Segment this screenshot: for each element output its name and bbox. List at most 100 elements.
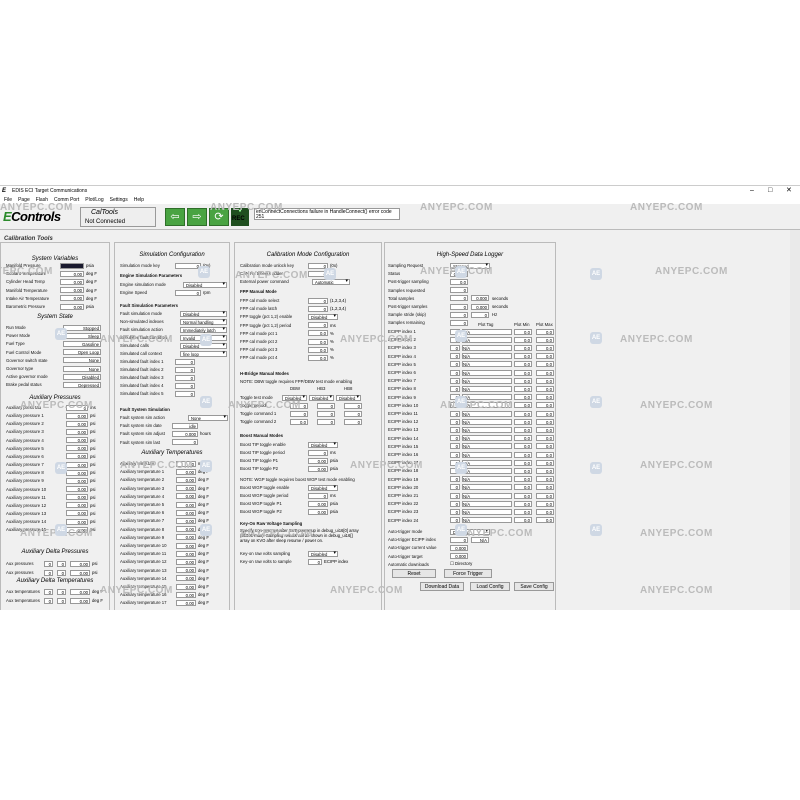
field-dropdown[interactable]: Immediately latch — [180, 326, 227, 333]
plot-tag[interactable]: N/A — [462, 353, 512, 360]
ecipp-index-value[interactable]: 0 — [450, 435, 460, 442]
field-value[interactable]: 0 — [308, 558, 322, 565]
plot-min[interactable]: 0.0 — [514, 435, 532, 442]
plot-max[interactable]: 0.0 — [536, 353, 554, 360]
field-value[interactable]: 0.00 — [176, 583, 196, 590]
field-value[interactable]: 0 — [172, 439, 198, 446]
delta-index-a[interactable]: 0 — [44, 597, 53, 604]
plot-min[interactable]: 0.0 — [514, 451, 532, 458]
logger-button-force-trigger[interactable]: Force Trigger — [444, 569, 492, 578]
ecipp-index-value[interactable]: 0 — [450, 410, 460, 417]
plot-max[interactable]: 0.0 — [536, 435, 554, 442]
field-value[interactable]: 0.00 — [176, 591, 196, 598]
delta-index-b[interactable]: 0 — [57, 560, 66, 567]
ecipp-index-value[interactable]: 0 — [450, 361, 460, 368]
plot-tag[interactable]: N/A — [462, 451, 512, 458]
field-value[interactable]: None — [63, 365, 101, 372]
field-value[interactable]: 0.00 — [66, 412, 88, 419]
plot-max[interactable]: 0.0 — [536, 418, 554, 425]
field-value[interactable]: 0.00 — [66, 510, 88, 517]
field-value[interactable]: 0.00 — [66, 486, 88, 492]
field-value[interactable]: 0.00 — [66, 453, 88, 460]
field-dropdown[interactable]: Disabled — [308, 313, 338, 320]
plot-max[interactable]: 0.0 — [536, 410, 554, 417]
logger-button-save-config[interactable]: Save Config — [514, 582, 554, 591]
field-value[interactable]: 0.00 — [176, 550, 196, 557]
forward-arrow-button[interactable]: ⇨ — [187, 208, 207, 226]
plot-min[interactable]: 0.0 — [514, 492, 532, 499]
plot-min[interactable]: 0.0 — [514, 361, 532, 368]
hbridge-value[interactable]: 0.0 — [290, 418, 308, 425]
close-button[interactable]: ✕ — [786, 186, 792, 196]
delta-index-b[interactable]: 0 — [57, 569, 66, 576]
field-dropdown[interactable]: Normal handling — [180, 318, 227, 325]
plot-min[interactable]: 0.0 — [514, 426, 532, 433]
field-value[interactable]: 0.00 — [176, 517, 196, 524]
plot-min[interactable]: 0.0 — [514, 353, 532, 360]
field-value[interactable]: 0.00 — [66, 494, 88, 501]
field-value[interactable] — [60, 262, 84, 269]
plot-max[interactable]: 0.0 — [536, 492, 554, 499]
field-value[interactable]: 0 — [175, 390, 195, 397]
field-value-2[interactable]: 0 — [471, 311, 489, 318]
ecipp-index-value[interactable]: 0 — [450, 500, 460, 507]
ecipp-index-value[interactable]: 0 — [450, 385, 460, 392]
field-value-2[interactable]: 0.000 — [471, 295, 489, 302]
field-dropdown[interactable]: Disabled — [308, 550, 338, 557]
field-value[interactable]: 0.00 — [66, 445, 88, 452]
field-value[interactable]: Depressed — [63, 381, 101, 388]
hbridge-value[interactable]: 0 — [317, 402, 335, 409]
field-value[interactable]: 0.00 — [66, 502, 88, 509]
hbridge-value[interactable]: 0 — [344, 418, 362, 425]
delta-index-a[interactable]: 0 — [44, 569, 53, 576]
hbridge-value[interactable]: 0 — [317, 410, 335, 417]
field-value[interactable]: 0.00 — [70, 597, 90, 604]
field-value[interactable]: 0.00 — [308, 457, 328, 464]
logger-button-reset[interactable]: Reset — [392, 569, 436, 578]
plot-tag[interactable]: N/A — [462, 344, 512, 351]
field-value[interactable]: 0 — [175, 382, 195, 389]
field-value[interactable]: 0.00 — [176, 558, 196, 565]
field-value[interactable]: 0 — [450, 311, 468, 318]
field-value[interactable]: 0 — [175, 366, 195, 373]
delta-index-a[interactable]: 0 — [44, 560, 53, 567]
field-value[interactable]: 0.00 — [176, 493, 196, 500]
ecipp-index-value[interactable]: 0 — [450, 443, 460, 450]
plot-max[interactable]: 0.0 — [536, 369, 554, 376]
field-value[interactable]: 0 — [175, 374, 195, 381]
field-value[interactable]: 0 — [450, 287, 468, 294]
field-value[interactable]: 0.00 — [60, 270, 84, 277]
plot-max[interactable]: 0.0 — [536, 500, 554, 507]
plot-min[interactable]: 0.0 — [514, 500, 532, 507]
field-value[interactable]: 0.00 — [176, 599, 196, 606]
field-dropdown[interactable]: Disabled — [180, 310, 227, 317]
field-dropdown[interactable]: Disabled — [308, 484, 338, 491]
plot-tag[interactable]: N/A — [462, 500, 512, 507]
plot-tag[interactable]: N/A — [462, 385, 512, 392]
plot-max[interactable]: 0.0 — [536, 377, 554, 384]
plot-min[interactable]: 0.0 — [514, 517, 532, 524]
field-value[interactable]: 0 — [175, 289, 201, 296]
field-value[interactable]: 0.00 — [176, 501, 196, 508]
plot-max[interactable]: 0.0 — [536, 476, 554, 483]
plot-min[interactable]: 0.0 — [514, 476, 532, 483]
maximize-button[interactable]: □ — [768, 186, 772, 196]
field-value[interactable]: 0.000 — [172, 430, 198, 437]
plot-min[interactable]: 0.0 — [514, 402, 532, 409]
ecipp-index-value[interactable]: 0 — [450, 451, 460, 458]
plot-tag[interactable]: N/A — [462, 476, 512, 483]
field-value[interactable]: 0.00 — [308, 508, 328, 515]
plot-tag[interactable]: N/A — [462, 369, 512, 376]
field-value[interactable]: 0.00 — [60, 278, 84, 285]
minimize-button[interactable]: – — [750, 186, 754, 196]
plot-max[interactable]: 0.0 — [536, 459, 554, 466]
field-dropdown[interactable]: Disabled — [183, 281, 227, 288]
plot-tag[interactable]: N/A — [462, 328, 512, 335]
field-dropdown[interactable]: Disabled — [308, 441, 338, 448]
plot-max[interactable]: 0.0 — [536, 385, 554, 392]
field-value[interactable]: 0.00 — [70, 588, 90, 595]
field-value[interactable]: 0 — [308, 305, 328, 312]
field-value[interactable]: 0.0 — [308, 354, 328, 361]
field-value[interactable]: None — [63, 357, 101, 364]
ecipp-index-value[interactable]: 0 — [450, 377, 460, 384]
